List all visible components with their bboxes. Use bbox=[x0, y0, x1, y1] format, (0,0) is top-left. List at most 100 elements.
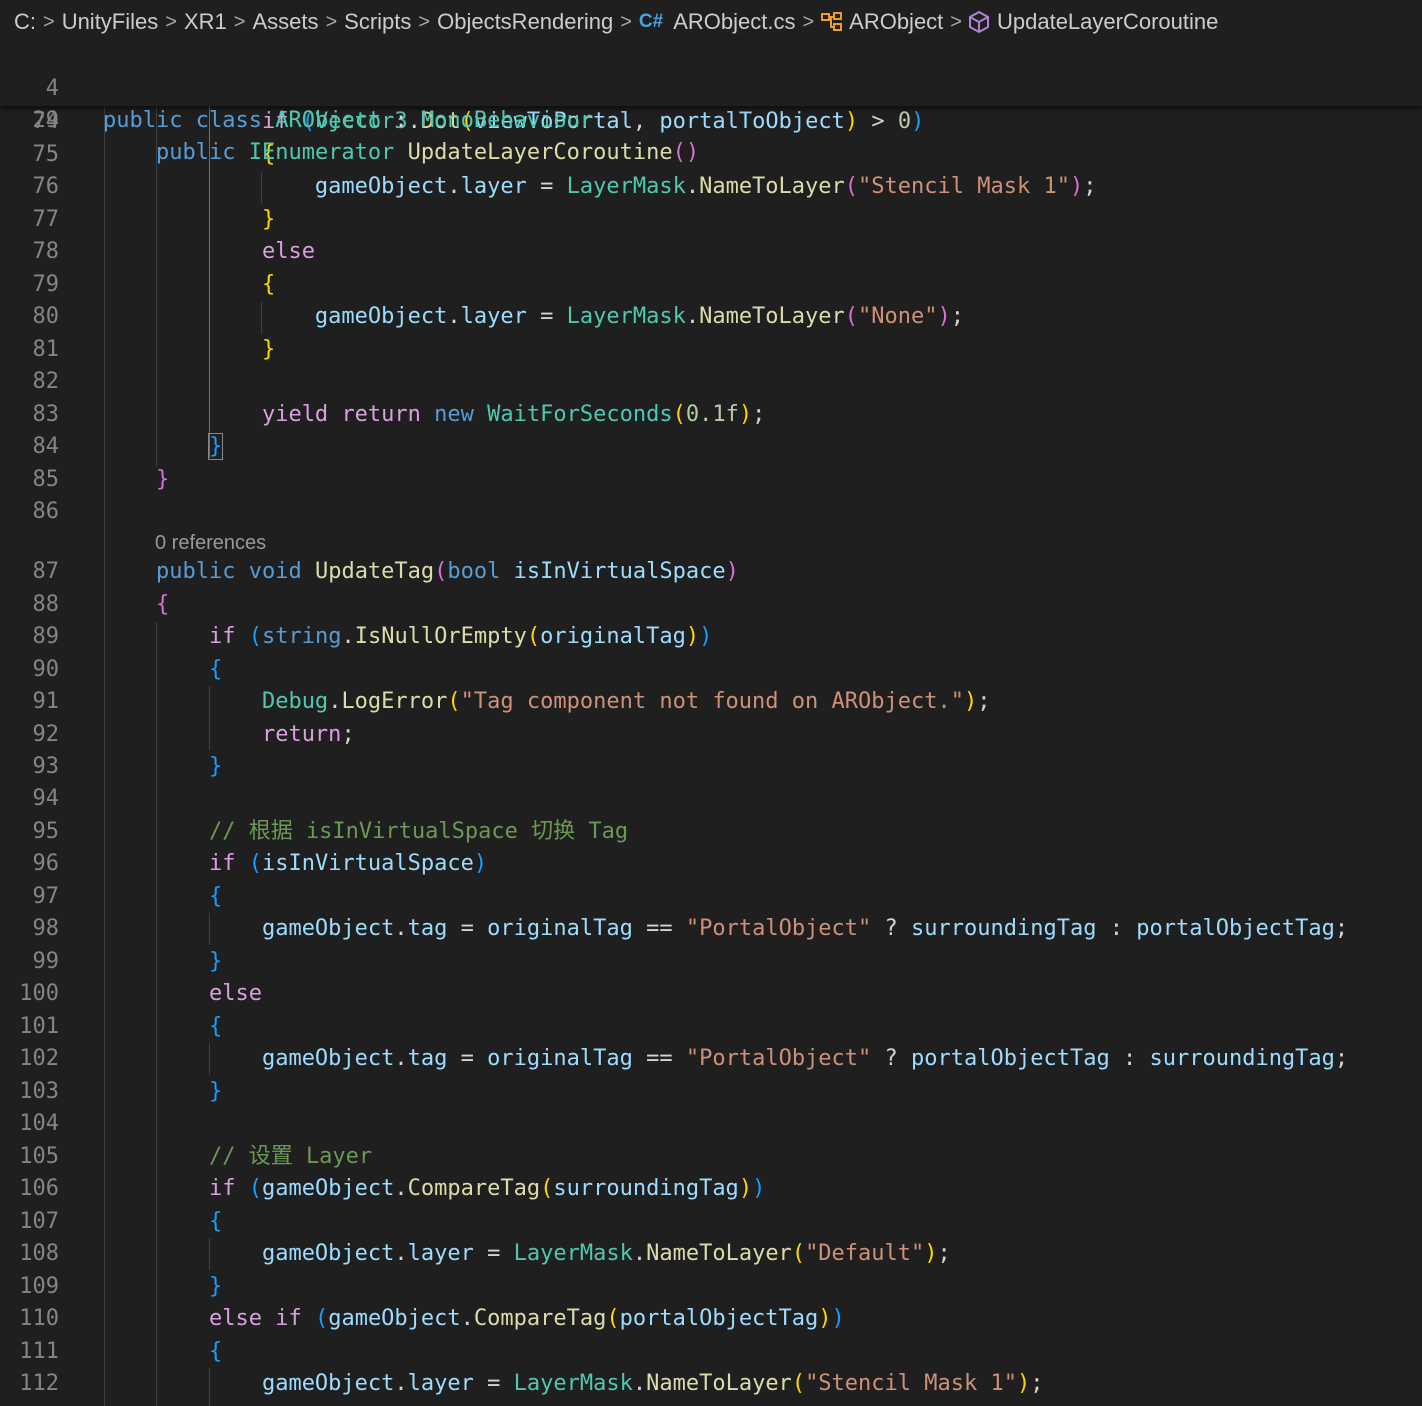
code-text: { bbox=[208, 1209, 223, 1234]
code-text: gameObject.tag = originalTag == "PortalO… bbox=[261, 1046, 1349, 1071]
line-number: 102 bbox=[19, 1046, 59, 1071]
code-text: public IEnumerator UpdateLayerCoroutine(… bbox=[155, 140, 700, 165]
code-line[interactable]: 78 else bbox=[0, 236, 1422, 268]
code-text: } bbox=[208, 754, 223, 779]
code-line[interactable]: 80 gameObject.layer = LayerMask.NameToLa… bbox=[0, 301, 1422, 333]
chevron-right-icon: > bbox=[43, 10, 55, 33]
line-number: 99 bbox=[32, 949, 60, 974]
line-number: 104 bbox=[19, 1111, 59, 1136]
line-number: 103 bbox=[19, 1079, 59, 1104]
breadcrumb-drive[interactable]: C: bbox=[14, 9, 36, 35]
code-text: else bbox=[208, 981, 262, 1006]
code-line[interactable]: 91 Debug.LogError("Tag component not fou… bbox=[0, 686, 1422, 718]
line-number: 92 bbox=[32, 722, 60, 747]
code-line[interactable]: 93 } bbox=[0, 751, 1422, 783]
code-comment: // 根据 isInVirtualSpace 切换 Tag bbox=[103, 819, 629, 844]
code-line[interactable]: 85 } bbox=[0, 464, 1422, 496]
code-line[interactable]: 96 if (isInVirtualSpace) bbox=[0, 848, 1422, 880]
line-number: 77 bbox=[32, 207, 60, 232]
line-number: 91 bbox=[32, 689, 60, 714]
code-line[interactable]: 100 else bbox=[0, 978, 1422, 1010]
code-line[interactable]: 105 // 设置 Layer bbox=[0, 1141, 1422, 1173]
code-line[interactable]: 79 { bbox=[0, 269, 1422, 301]
chevron-right-icon: > bbox=[233, 10, 246, 33]
breadcrumb-file[interactable]: ARObject.cs bbox=[673, 9, 795, 35]
breadcrumb-objectsrendering[interactable]: ObjectsRendering bbox=[437, 9, 613, 35]
line-number: 96 bbox=[32, 851, 60, 876]
code-text: else if (gameObject.CompareTag(portalObj… bbox=[208, 1306, 845, 1331]
code-line[interactable]: 81 } bbox=[0, 334, 1422, 366]
line-number: 112 bbox=[19, 1371, 59, 1396]
breadcrumb-unityfiles[interactable]: UnityFiles bbox=[62, 9, 159, 35]
code-line[interactable]: 108 gameObject.layer = LayerMask.NameToL… bbox=[0, 1238, 1422, 1270]
sticky-line[interactable]: 4 public class ARObject : MonoBehaviour bbox=[0, 41, 1422, 133]
code-line[interactable]: 103 } bbox=[0, 1076, 1422, 1108]
code-line[interactable]: 99 } bbox=[0, 946, 1422, 978]
line-number: 106 bbox=[19, 1176, 59, 1201]
line-number: 89 bbox=[32, 624, 60, 649]
line-number: 97 bbox=[32, 884, 60, 909]
line-number: 108 bbox=[19, 1241, 59, 1266]
code-text: { bbox=[261, 272, 276, 297]
codelens-references[interactable]: 0 references bbox=[155, 528, 266, 558]
csharp-file-icon: C# bbox=[638, 11, 664, 32]
code-line[interactable]: 77 } bbox=[0, 204, 1422, 236]
line-number: 29 bbox=[32, 108, 60, 133]
code-line[interactable]: 112 gameObject.layer = LayerMask.NameToL… bbox=[0, 1368, 1422, 1400]
code-text: gameObject.layer = LayerMask.NameToLayer… bbox=[314, 174, 1097, 199]
breadcrumb-xr1[interactable]: XR1 bbox=[184, 9, 227, 35]
line-number: 109 bbox=[19, 1274, 59, 1299]
code-text: { bbox=[155, 592, 170, 617]
code-line[interactable]: 76 gameObject.layer = LayerMask.NameToLa… bbox=[0, 171, 1422, 203]
code-line[interactable]: 84 } bbox=[0, 431, 1422, 463]
line-number: 94 bbox=[32, 786, 60, 811]
line-number: 79 bbox=[32, 272, 60, 297]
line-number: 86 bbox=[32, 499, 60, 524]
code-text: { bbox=[208, 884, 223, 909]
breadcrumb-class[interactable]: ARObject bbox=[849, 9, 943, 35]
code-line[interactable]: 86 bbox=[0, 496, 1422, 528]
code-line[interactable]: 101 { bbox=[0, 1011, 1422, 1043]
code-line[interactable]: 107 { bbox=[0, 1206, 1422, 1238]
code-line[interactable]: 102 gameObject.tag = originalTag == "Por… bbox=[0, 1043, 1422, 1075]
line-number: 81 bbox=[32, 337, 60, 362]
code-text: if (string.IsNullOrEmpty(originalTag)) bbox=[208, 624, 713, 649]
code-text: } bbox=[155, 467, 170, 492]
code-line[interactable]: 90 { bbox=[0, 654, 1422, 686]
code-line[interactable]: 94 bbox=[0, 783, 1422, 815]
code-line[interactable]: 92 return; bbox=[0, 719, 1422, 751]
line-number: 82 bbox=[32, 369, 60, 394]
code-line[interactable]: 83 yield return new WaitForSeconds(0.1f)… bbox=[0, 399, 1422, 431]
code-line[interactable]: 95 // 根据 isInVirtualSpace 切换 Tag bbox=[0, 816, 1422, 848]
line-number: 101 bbox=[19, 1014, 59, 1039]
chevron-right-icon: > bbox=[325, 10, 338, 33]
code-text: public void UpdateTag(bool isInVirtualSp… bbox=[155, 559, 739, 584]
line-number: 100 bbox=[19, 981, 59, 1006]
line-number: 84 bbox=[32, 434, 60, 459]
breadcrumb-assets[interactable]: Assets bbox=[252, 9, 318, 35]
breadcrumb-method[interactable]: UpdateLayerCoroutine bbox=[997, 9, 1218, 35]
code-line[interactable]: 97 { bbox=[0, 881, 1422, 913]
code-line[interactable]: 82 bbox=[0, 366, 1422, 398]
code-line[interactable]: 104 bbox=[0, 1108, 1422, 1140]
code-text: } bbox=[207, 433, 224, 460]
chevron-right-icon: > bbox=[418, 10, 431, 33]
chevron-right-icon: > bbox=[950, 10, 962, 33]
code-line[interactable]: 110 else if (gameObject.CompareTag(porta… bbox=[0, 1303, 1422, 1335]
code-text: public class ARObject : MonoBehaviour bbox=[103, 108, 594, 133]
code-text: return; bbox=[261, 722, 355, 747]
chevron-right-icon: > bbox=[802, 10, 815, 33]
code-line[interactable]: 87 public void UpdateTag(bool isInVirtua… bbox=[0, 556, 1422, 588]
code-text: else bbox=[261, 239, 315, 264]
code-line[interactable]: 88 { bbox=[0, 589, 1422, 621]
code-text: gameObject.layer = LayerMask.NameToLayer… bbox=[314, 304, 965, 329]
breadcrumb-scripts[interactable]: Scripts bbox=[344, 9, 411, 35]
sticky-line[interactable]: 29 public IEnumerator UpdateLayerCorouti… bbox=[0, 73, 1422, 165]
code-line[interactable]: 111 { bbox=[0, 1336, 1422, 1368]
code-line[interactable]: 98 gameObject.tag = originalTag == "Port… bbox=[0, 913, 1422, 945]
code-line[interactable]: 109 } bbox=[0, 1271, 1422, 1303]
code-line[interactable]: 106 if (gameObject.CompareTag(surroundin… bbox=[0, 1173, 1422, 1205]
code-line[interactable]: 89 if (string.IsNullOrEmpty(originalTag)… bbox=[0, 621, 1422, 653]
code-text: } bbox=[208, 949, 223, 974]
line-number: 76 bbox=[32, 174, 60, 199]
